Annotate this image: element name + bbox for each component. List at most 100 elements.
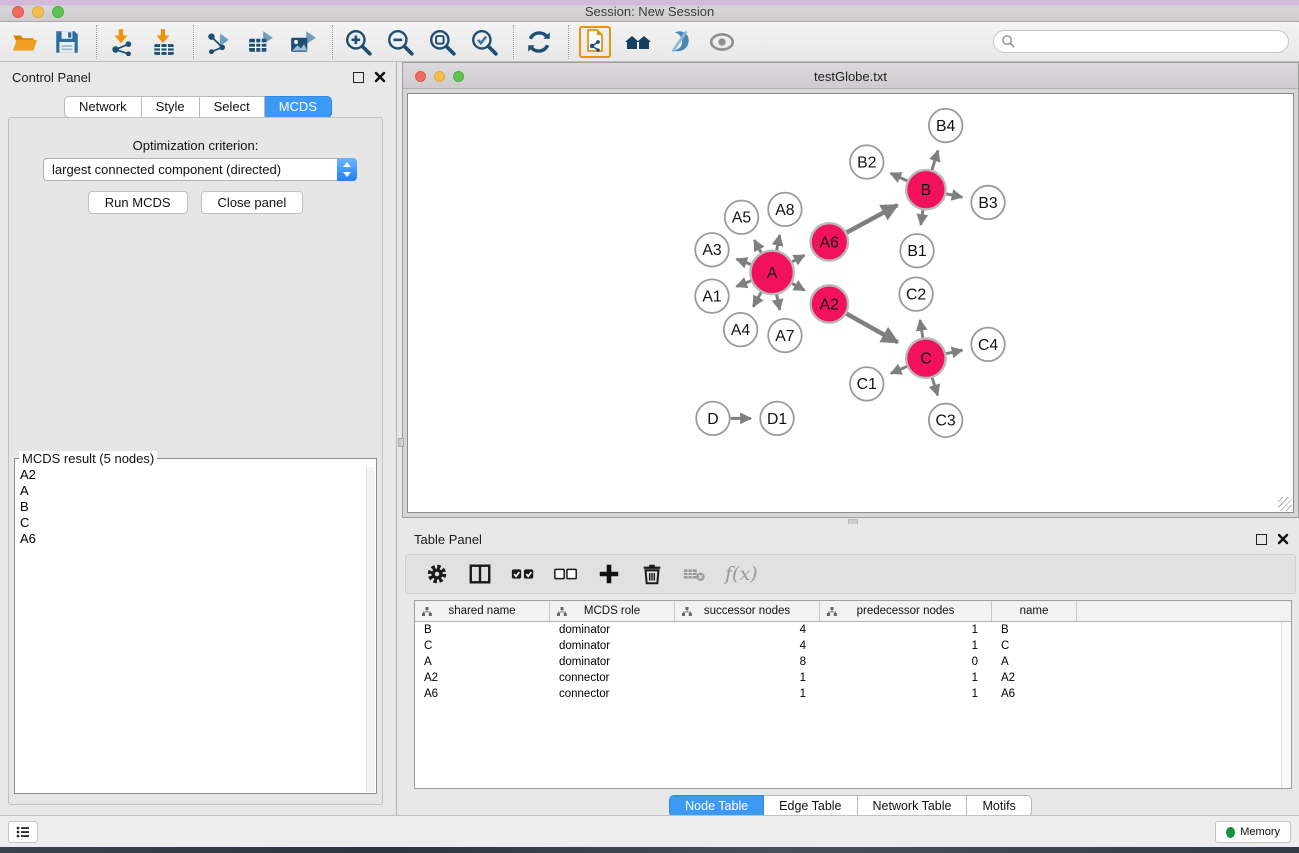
- tab-select[interactable]: Select: [200, 96, 265, 118]
- run-mcds-button[interactable]: Run MCDS: [88, 191, 188, 214]
- edge-C-C3[interactable]: [932, 378, 938, 395]
- function-builder-icon[interactable]: f(x): [725, 563, 758, 585]
- tab-network[interactable]: Network: [64, 96, 142, 118]
- cell-shared-name: C: [415, 638, 550, 654]
- edge-A2-C[interactable]: [846, 314, 897, 343]
- cell-name: C: [992, 638, 1077, 654]
- float-panel-icon[interactable]: [353, 72, 364, 83]
- tab-node-table[interactable]: Node Table: [669, 795, 764, 817]
- delete-table-icon[interactable]: [682, 561, 708, 587]
- network-file-icon[interactable]: [579, 26, 611, 58]
- split-view-icon[interactable]: [467, 561, 493, 587]
- add-column-icon[interactable]: [596, 561, 622, 587]
- show-graphics-icon[interactable]: [707, 27, 737, 57]
- memory-button[interactable]: Memory: [1215, 821, 1291, 843]
- column-header-MCDS-role[interactable]: MCDS role: [550, 601, 675, 621]
- delete-icon[interactable]: [639, 561, 665, 587]
- tab-style[interactable]: Style: [142, 96, 200, 118]
- table-row[interactable]: Adominator80A: [415, 654, 1291, 670]
- export-table-icon[interactable]: [246, 27, 276, 57]
- tab-motifs[interactable]: Motifs: [967, 795, 1031, 817]
- node-label-A5: A5: [732, 210, 752, 227]
- edge-A-A7[interactable]: [777, 295, 780, 310]
- search-input[interactable]: [1016, 35, 1288, 49]
- edge-B-B4[interactable]: [932, 151, 938, 170]
- edge-B-B1[interactable]: [921, 210, 923, 225]
- select-all-icon[interactable]: [510, 561, 536, 587]
- zoom-in-icon[interactable]: [343, 27, 373, 57]
- toolbar-separator: [96, 25, 97, 59]
- first-neighbors-icon[interactable]: [623, 27, 653, 57]
- application-window: Session: New Session: [0, 0, 1299, 853]
- tab-mcds[interactable]: MCDS: [265, 96, 332, 118]
- cell-name: A6: [992, 686, 1077, 702]
- edge-B-B3[interactable]: [946, 194, 962, 197]
- close-panel-button[interactable]: Close panel: [201, 191, 304, 214]
- table-scrollbar[interactable]: [1281, 622, 1291, 788]
- mcds-result-item[interactable]: A6: [17, 531, 364, 547]
- mcds-result-item[interactable]: A2: [17, 467, 364, 483]
- column-header-name[interactable]: name: [992, 601, 1077, 621]
- workspace: testGlobe.txt ABCA6A2A5A8A3A1A4A7B2B4B3B…: [397, 62, 1299, 815]
- float-table-panel-icon[interactable]: [1256, 534, 1267, 545]
- edge-A-A1[interactable]: [736, 281, 751, 287]
- close-table-panel-icon[interactable]: [1277, 533, 1289, 545]
- table-row[interactable]: A6connector11A6: [415, 686, 1291, 702]
- node-label-B2: B2: [857, 154, 876, 171]
- edge-A-A5[interactable]: [754, 240, 761, 252]
- table-row[interactable]: Cdominator41C: [415, 638, 1291, 654]
- control-panel-tabs: NetworkStyleSelectMCDS: [0, 96, 396, 118]
- mcds-result-item[interactable]: A: [17, 483, 364, 499]
- node-label-C: C: [920, 351, 931, 368]
- zoom-out-icon[interactable]: [385, 27, 415, 57]
- import-table-icon[interactable]: [149, 27, 179, 57]
- column-header-shared-name[interactable]: shared name: [415, 601, 550, 621]
- mcds-result-item[interactable]: B: [17, 499, 364, 515]
- cell-predecessor-nodes: 1: [820, 638, 992, 654]
- export-image-icon[interactable]: [288, 27, 318, 57]
- resize-grip-icon[interactable]: [1278, 497, 1292, 511]
- desktop-wallpaper: [0, 847, 1299, 853]
- mcds-result-item[interactable]: C: [17, 515, 364, 531]
- edge-C-C2[interactable]: [920, 320, 923, 338]
- edge-A6-B[interactable]: [847, 205, 898, 232]
- hide-graphics-icon[interactable]: [665, 27, 695, 57]
- close-panel-icon[interactable]: [374, 71, 386, 83]
- edge-B-B2[interactable]: [891, 173, 908, 181]
- open-file-icon[interactable]: [10, 27, 40, 57]
- save-session-icon[interactable]: [52, 27, 82, 57]
- apply-layout-icon[interactable]: [524, 27, 554, 57]
- edge-C-C4[interactable]: [946, 350, 962, 354]
- table-row[interactable]: A2connector11A2: [415, 670, 1291, 686]
- edge-A-A3[interactable]: [737, 259, 751, 264]
- network-canvas[interactable]: ABCA6A2A5A8A3A1A4A7B2B4B3B1C2C4C1C3DD1: [407, 93, 1294, 513]
- network-window-titlebar[interactable]: testGlobe.txt: [403, 63, 1298, 89]
- edge-A-A6[interactable]: [792, 255, 804, 262]
- zoom-fit-icon[interactable]: [427, 27, 457, 57]
- edge-A-A4[interactable]: [753, 292, 761, 306]
- edge-A-A2[interactable]: [792, 283, 805, 290]
- column-header-predecessor-nodes[interactable]: predecessor nodes: [820, 601, 992, 621]
- zoom-selected-icon[interactable]: [469, 27, 499, 57]
- criterion-dropdown[interactable]: largest connected component (directed): [43, 158, 357, 181]
- cell-predecessor-nodes: 1: [820, 686, 992, 702]
- table-panel: Table Panel: [402, 524, 1299, 815]
- import-network-icon[interactable]: [107, 27, 137, 57]
- deselect-all-icon[interactable]: [553, 561, 579, 587]
- table-row[interactable]: Bdominator41B: [415, 622, 1291, 638]
- main-toolbar: [0, 22, 1299, 62]
- task-history-button[interactable]: [8, 821, 38, 843]
- vertical-splitter-handle[interactable]: [398, 438, 404, 447]
- mcds-result-scrollbar[interactable]: [366, 467, 375, 792]
- search-field[interactable]: [993, 30, 1289, 53]
- edge-C-C1[interactable]: [891, 366, 907, 373]
- edge-A-A8[interactable]: [777, 235, 780, 250]
- settings-gear-icon[interactable]: [424, 561, 450, 587]
- export-network-icon[interactable]: [204, 27, 234, 57]
- column-header-successor-nodes[interactable]: successor nodes: [675, 601, 820, 621]
- tab-edge-table[interactable]: Edge Table: [764, 795, 857, 817]
- node-table[interactable]: shared nameMCDS rolesuccessor nodesprede…: [414, 600, 1292, 789]
- tab-network-table[interactable]: Network Table: [858, 795, 968, 817]
- node-label-D: D: [707, 411, 718, 428]
- cell-MCDS-role: dominator: [550, 638, 675, 654]
